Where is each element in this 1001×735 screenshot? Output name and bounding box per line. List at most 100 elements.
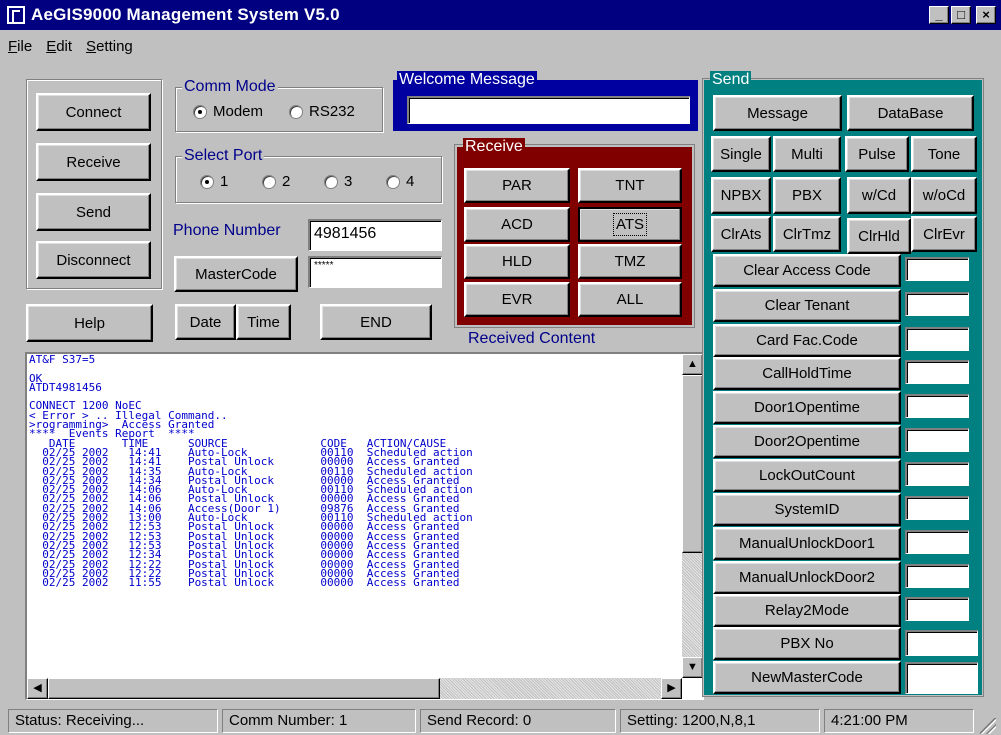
radio-port-1[interactable]: 1: [200, 173, 228, 190]
radio-port-1-indicator[interactable]: [200, 174, 214, 189]
scroll-left-button[interactable]: ◀: [27, 678, 48, 699]
time-button[interactable]: Time: [236, 304, 291, 340]
clock-status: 4:21:00 PM: [824, 709, 974, 733]
receive-tmz-button[interactable]: TMZ: [578, 244, 682, 279]
phone-number-field[interactable]: 4981456: [308, 219, 442, 251]
send-group: Send Message DataBase Single Multi Pulse…: [703, 71, 983, 696]
clear-tenant-field[interactable]: [905, 292, 969, 316]
close-button[interactable]: ×: [976, 6, 996, 24]
welcome-message-field[interactable]: [407, 96, 690, 124]
window-title: AeGIS9000 Management System V5.0: [31, 5, 340, 24]
clear-access-code-field[interactable]: [905, 257, 969, 281]
maximize-button[interactable]: □: [951, 6, 971, 24]
card-fac-code-field[interactable]: [905, 327, 969, 351]
send-wocd-button[interactable]: w/oCd: [911, 177, 977, 214]
send-pulse-button[interactable]: Pulse: [845, 136, 909, 172]
radio-rs232-indicator[interactable]: [289, 104, 303, 119]
send-database-button[interactable]: DataBase: [847, 95, 974, 131]
send-message-button[interactable]: Message: [713, 95, 842, 131]
end-button[interactable]: END: [320, 304, 432, 340]
app-icon[interactable]: [7, 6, 25, 24]
scroll-up-button[interactable]: ▲: [682, 354, 703, 375]
lockout-count-field[interactable]: [905, 462, 969, 486]
send-clrhld-button[interactable]: ClrHld: [847, 218, 911, 254]
select-port-label: Select Port: [182, 147, 265, 165]
log-text: AT&F S37=5 OK ATDT4981456 CONNECT 1200 No…: [29, 355, 677, 677]
clear-tenant-button[interactable]: Clear Tenant: [713, 289, 901, 322]
send-clrats-button[interactable]: ClrAts: [711, 216, 771, 252]
send-npbx-button[interactable]: NPBX: [711, 177, 771, 214]
minimize-button[interactable]: _: [929, 6, 949, 24]
pbx-no-field[interactable]: [905, 630, 978, 656]
receive-hld-button[interactable]: HLD: [464, 244, 570, 279]
system-id-field[interactable]: [905, 496, 969, 520]
connect-button[interactable]: Connect: [36, 93, 151, 131]
comm-mode-label: Comm Mode: [182, 78, 278, 96]
send-single-button[interactable]: Single: [711, 136, 771, 172]
mastercode-button[interactable]: MasterCode: [174, 256, 298, 292]
comm-number-status: Comm Number: 1: [222, 709, 416, 733]
door1-opentime-button[interactable]: Door1Opentime: [713, 391, 901, 424]
scroll-down-button[interactable]: ▼: [682, 657, 703, 678]
lockout-count-button[interactable]: LockOutCount: [713, 459, 901, 492]
call-hold-time-button[interactable]: CallHoldTime: [713, 357, 901, 390]
radio-port-4[interactable]: 4: [386, 173, 414, 190]
radio-modem-indicator[interactable]: [193, 104, 207, 119]
manual-unlock-door1-field[interactable]: [905, 530, 969, 554]
manual-unlock-door1-button[interactable]: ManualUnlockDoor1: [713, 527, 901, 560]
send-wcd-button[interactable]: w/Cd: [847, 177, 911, 214]
receive-button[interactable]: Receive: [36, 143, 151, 181]
door2-opentime-button[interactable]: Door2Opentime: [713, 425, 901, 458]
radio-port-2-indicator[interactable]: [262, 174, 276, 189]
date-button[interactable]: Date: [175, 304, 236, 340]
resize-grip-icon[interactable]: [980, 718, 996, 734]
manual-unlock-door2-button[interactable]: ManualUnlockDoor2: [713, 561, 901, 594]
relay2-mode-field[interactable]: [905, 597, 969, 621]
send-clrevr-button[interactable]: ClrEvr: [911, 216, 977, 252]
scroll-right-button[interactable]: ▶: [661, 678, 682, 699]
menu-setting[interactable]: Setting: [86, 38, 133, 55]
radio-port-3-indicator[interactable]: [324, 174, 338, 189]
call-hold-time-field[interactable]: [905, 360, 969, 384]
radio-rs232-label: RS232: [309, 103, 355, 120]
horizontal-scroll-thumb[interactable]: [48, 678, 440, 699]
radio-port-4-indicator[interactable]: [386, 174, 400, 189]
send-multi-button[interactable]: Multi: [773, 136, 841, 172]
door1-opentime-field[interactable]: [905, 394, 969, 418]
receive-acd-button[interactable]: ACD: [464, 207, 570, 242]
disconnect-button[interactable]: Disconnect: [36, 241, 151, 279]
radio-port-2[interactable]: 2: [262, 173, 290, 190]
card-fac-code-button[interactable]: Card Fac.Code: [713, 324, 901, 357]
title-bar[interactable]: AeGIS9000 Management System V5.0 _ □ ×: [0, 0, 1001, 30]
door2-opentime-field[interactable]: [905, 428, 969, 452]
radio-rs232[interactable]: RS232: [289, 103, 355, 120]
log-vertical-scrollbar[interactable]: ▲ ▼: [682, 354, 703, 678]
menu-file[interactable]: File: [8, 38, 32, 55]
menu-edit[interactable]: Edit: [46, 38, 72, 55]
received-content-log[interactable]: AT&F S37=5 OK ATDT4981456 CONNECT 1200 No…: [25, 352, 704, 700]
pbx-no-button[interactable]: PBX No: [713, 627, 901, 660]
send-pbx-button[interactable]: PBX: [773, 177, 841, 214]
manual-unlock-door2-field[interactable]: [905, 564, 969, 588]
system-id-button[interactable]: SystemID: [713, 493, 901, 526]
receive-all-button[interactable]: ALL: [578, 282, 682, 317]
menu-bar: File Edit Setting: [0, 30, 1001, 62]
send-clrtmz-button[interactable]: ClrTmz: [773, 216, 841, 252]
receive-evr-button[interactable]: EVR: [464, 282, 570, 317]
relay2-mode-button[interactable]: Relay2Mode: [713, 594, 901, 627]
send-tone-button[interactable]: Tone: [911, 136, 977, 172]
receive-tnt-button[interactable]: TNT: [578, 168, 682, 203]
help-button[interactable]: Help: [26, 304, 153, 342]
vertical-scroll-thumb[interactable]: [682, 375, 703, 553]
log-horizontal-scrollbar[interactable]: ◀ ▶: [27, 678, 682, 699]
radio-port-3[interactable]: 3: [324, 173, 352, 190]
status-bar: Status: Receiving... Comm Number: 1 Send…: [0, 704, 1001, 735]
radio-modem[interactable]: Modem: [193, 103, 263, 120]
new-master-code-field[interactable]: [905, 662, 978, 694]
receive-ats-button[interactable]: ATS: [578, 207, 682, 242]
clear-access-code-button[interactable]: Clear Access Code: [713, 254, 901, 287]
new-master-code-button[interactable]: NewMasterCode: [713, 661, 901, 694]
mastercode-field[interactable]: *****: [308, 256, 442, 288]
receive-par-button[interactable]: PAR: [464, 168, 570, 203]
send-button[interactable]: Send: [36, 193, 151, 231]
